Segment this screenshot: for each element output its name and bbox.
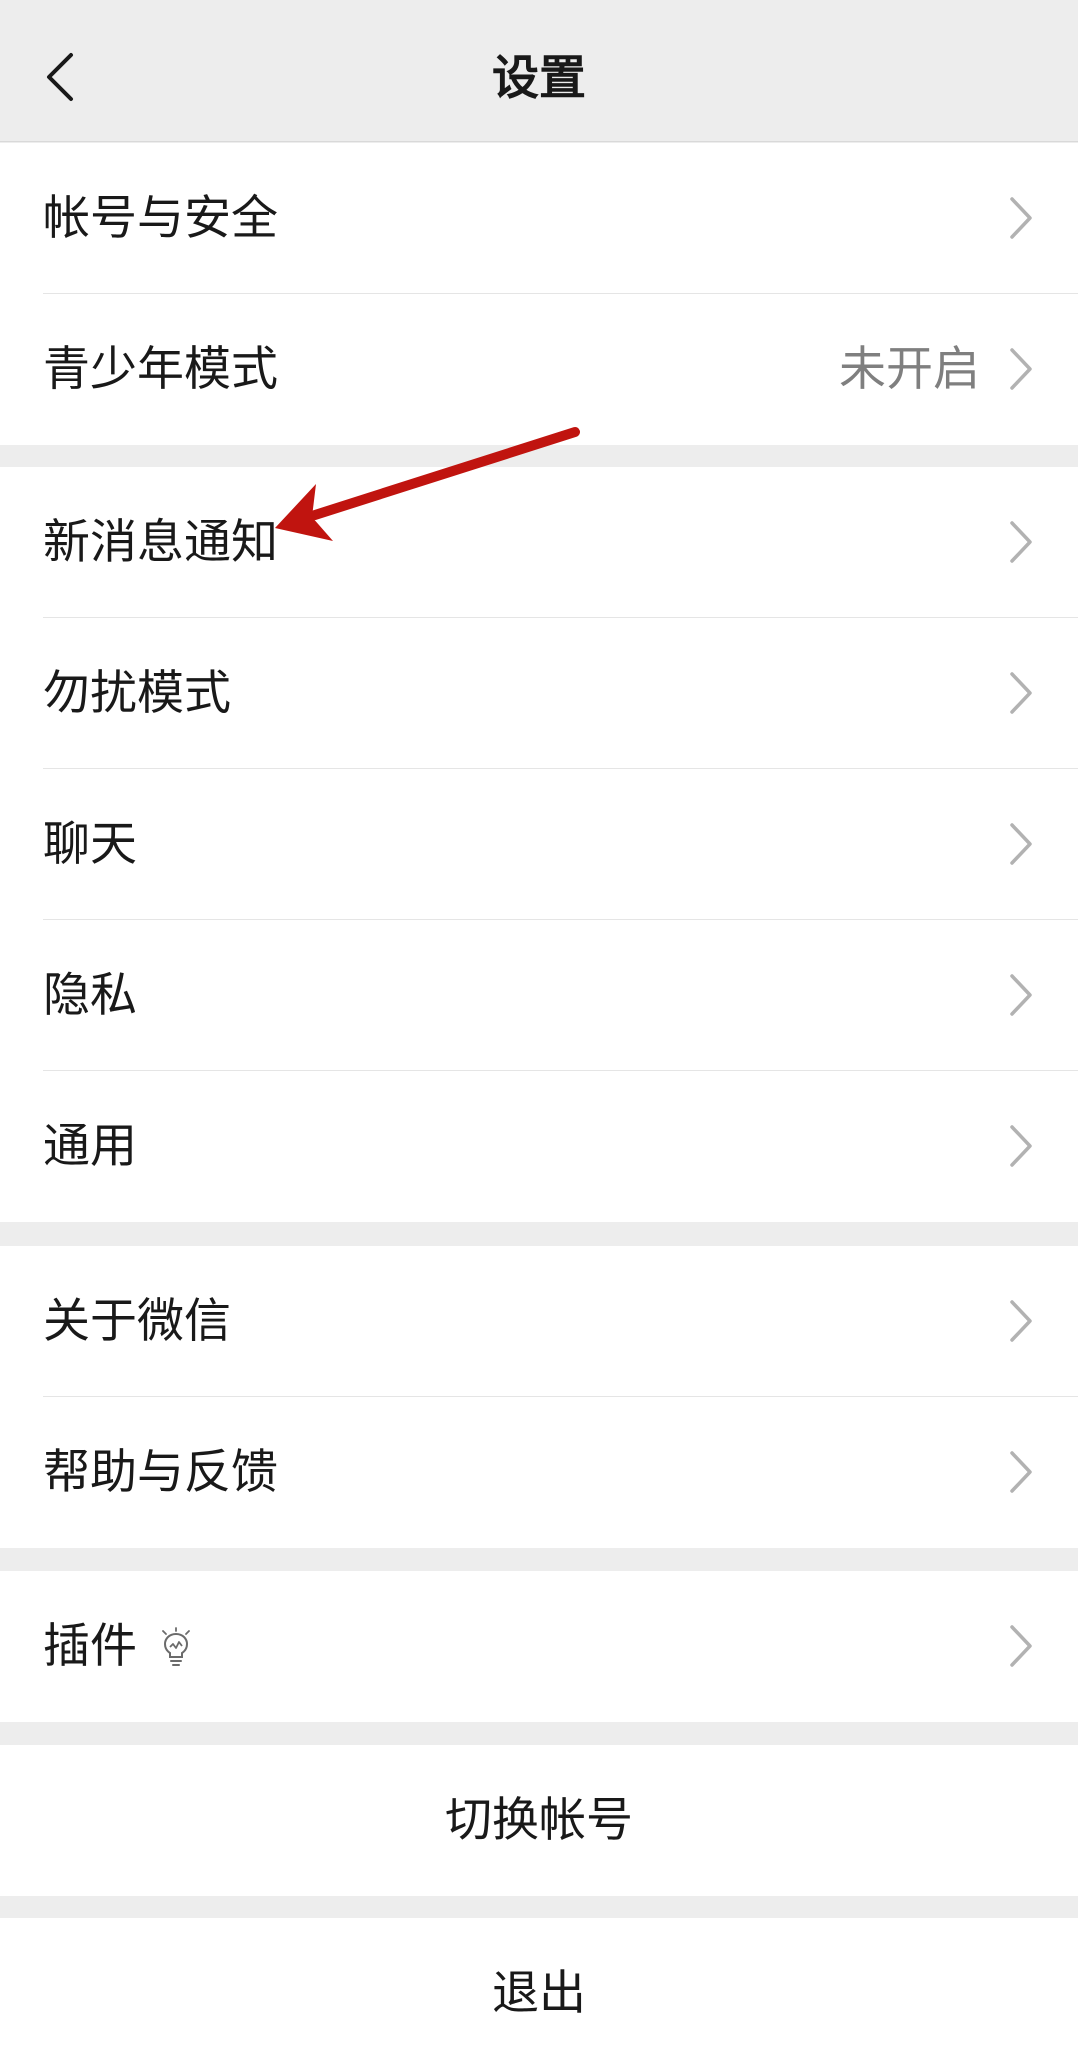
chevron-left-icon xyxy=(47,53,73,101)
settings-item-privacy[interactable]: 隐私 xyxy=(0,920,1078,1071)
settings-page: 设置 帐号与安全 青少年模式 未开启 新消息通知 勿扰模式 聊天 隐私 通用 关… xyxy=(0,0,1078,2061)
settings-item-about-wechat[interactable]: 关于微信 xyxy=(0,1246,1078,1397)
settings-item-label: 勿扰模式 xyxy=(43,666,231,721)
chevron-right-icon xyxy=(1010,672,1032,714)
settings-item-label: 聊天 xyxy=(43,817,137,872)
lightbulb-icon xyxy=(162,1626,190,1666)
settings-item-teen-mode[interactable]: 青少年模式 未开启 xyxy=(0,294,1078,445)
chevron-right-icon xyxy=(1010,521,1032,563)
nav-bar: 设置 xyxy=(0,0,1078,142)
settings-item-general[interactable]: 通用 xyxy=(0,1071,1078,1222)
page-title: 设置 xyxy=(492,51,586,106)
settings-item-label: 帮助与反馈 xyxy=(43,1445,278,1500)
settings-item-do-not-disturb[interactable]: 勿扰模式 xyxy=(0,618,1078,769)
chevron-right-icon xyxy=(1010,197,1032,239)
teen-mode-status: 未开启 xyxy=(839,342,980,397)
settings-item-label-wrapper: 插件 xyxy=(43,1571,193,1722)
settings-item-label: 青少年模式 xyxy=(43,342,278,397)
settings-group-about: 关于微信 帮助与反馈 xyxy=(0,1246,1078,1548)
settings-group-plugins: 插件 xyxy=(0,1571,1078,1722)
settings-item-plugins[interactable]: 插件 xyxy=(0,1571,1078,1722)
chevron-right-icon xyxy=(1010,1451,1032,1493)
settings-item-new-message-notification[interactable]: 新消息通知 xyxy=(0,467,1078,618)
settings-item-label: 通用 xyxy=(43,1119,137,1174)
settings-item-help-feedback[interactable]: 帮助与反馈 xyxy=(0,1397,1078,1548)
logout-button[interactable]: 退出 xyxy=(0,1918,1078,2061)
settings-item-chat[interactable]: 聊天 xyxy=(0,769,1078,920)
chevron-right-icon xyxy=(1010,1125,1032,1167)
back-button[interactable] xyxy=(30,42,90,112)
settings-item-label: 关于微信 xyxy=(43,1294,231,1349)
settings-item-label: 隐私 xyxy=(43,968,137,1023)
chevron-right-icon xyxy=(1010,823,1032,865)
chevron-right-icon xyxy=(1010,1625,1032,1667)
settings-group-notifications: 新消息通知 勿扰模式 聊天 隐私 通用 xyxy=(0,467,1078,1222)
settings-item-label: 插件 xyxy=(43,1619,137,1674)
chevron-right-icon xyxy=(1010,974,1032,1016)
settings-item-label: 新消息通知 xyxy=(43,515,278,570)
chevron-right-icon xyxy=(1010,348,1032,390)
settings-group-account: 帐号与安全 青少年模式 未开启 xyxy=(0,143,1078,445)
chevron-right-icon xyxy=(1010,1300,1032,1342)
switch-account-button[interactable]: 切换帐号 xyxy=(0,1745,1078,1896)
settings-item-label: 帐号与安全 xyxy=(43,191,278,246)
settings-item-account-security[interactable]: 帐号与安全 xyxy=(0,143,1078,294)
